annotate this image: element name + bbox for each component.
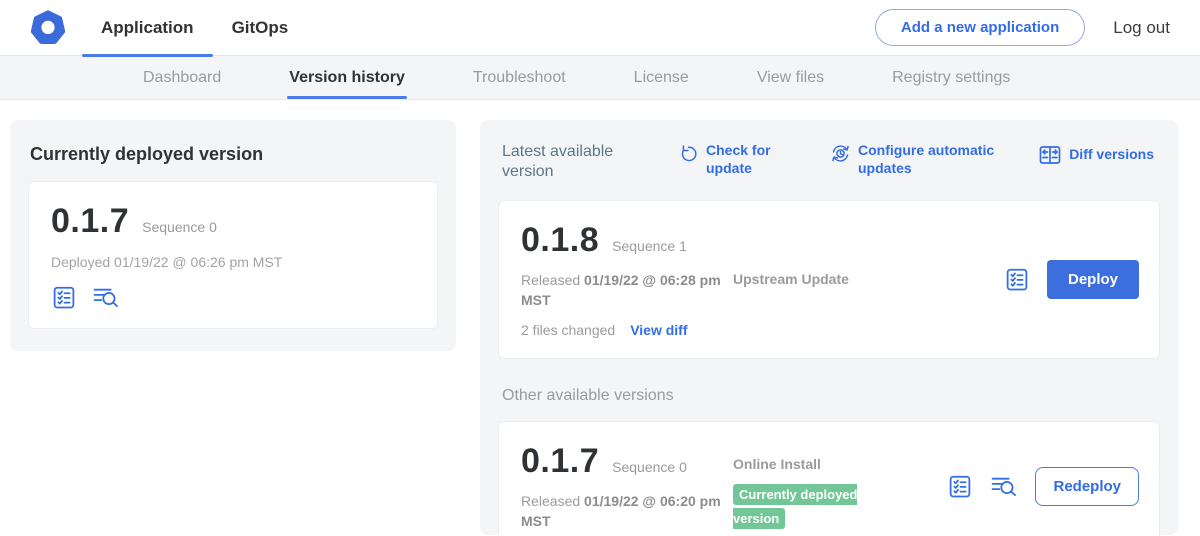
tab-dashboard[interactable]: Dashboard <box>143 56 221 99</box>
preflight-checklist-icon[interactable] <box>1004 267 1030 292</box>
diff-versions-label: Diff versions <box>1069 146 1154 164</box>
latest-version-source: Upstream Update <box>731 271 1004 287</box>
preflight-checklist-icon[interactable] <box>51 285 77 310</box>
diff-versions-button[interactable]: Diff versions <box>1038 142 1154 167</box>
deployed-version-number: 0.1.7 <box>51 202 129 241</box>
latest-version-card: 0.1.8 Sequence 1 Released 01/19/22 @ 06:… <box>498 200 1160 359</box>
currently-deployed-title: Currently deployed version <box>30 144 438 165</box>
logout-link[interactable]: Log out <box>1113 18 1170 38</box>
latest-released-timestamp: Released 01/19/22 @ 06:28 pm MST <box>521 270 726 311</box>
deployed-timestamp: Deployed 01/19/22 @ 06:26 pm MST <box>51 254 417 270</box>
configure-automatic-updates-button[interactable]: Configure automatic updates <box>830 142 1008 177</box>
latest-sequence-label: Sequence 1 <box>612 238 687 254</box>
tab-version-history[interactable]: Version history <box>289 56 405 99</box>
top-tab-application[interactable]: Application <box>82 0 213 56</box>
tab-troubleshoot[interactable]: Troubleshoot <box>473 56 566 99</box>
check-for-update-button[interactable]: Check for update <box>678 142 784 177</box>
deployed-version-card: 0.1.7 Sequence 0 Deployed 01/19/22 @ 06:… <box>28 181 438 329</box>
currently-deployed-badge: Currently deployed version <box>733 484 857 530</box>
main-content: Currently deployed version 0.1.7 Sequenc… <box>0 100 1200 535</box>
other-version-source-block: Online Install Currently deployed versio… <box>731 456 947 532</box>
add-application-button[interactable]: Add a new application <box>875 9 1085 46</box>
other-released-timestamp: Released 01/19/22 @ 06:20 pm MST <box>521 491 726 532</box>
deploy-button[interactable]: Deploy <box>1047 260 1139 299</box>
latest-header-row: Latest available version Check for updat… <box>502 142 1158 182</box>
available-versions-panel: Latest available version Check for updat… <box>480 120 1178 535</box>
tab-license[interactable]: License <box>634 56 689 99</box>
redeploy-button[interactable]: Redeploy <box>1035 467 1139 506</box>
top-tab-gitops[interactable]: GitOps <box>213 0 308 56</box>
deploy-logs-icon[interactable] <box>990 474 1018 499</box>
latest-available-heading: Latest available version <box>502 142 634 182</box>
deployed-sequence-label: Sequence 0 <box>142 219 217 235</box>
clock-cycle-icon <box>830 143 851 164</box>
diff-columns-icon <box>1038 143 1062 167</box>
app-logo-icon[interactable] <box>30 10 66 46</box>
other-version-number: 0.1.7 <box>521 442 599 481</box>
tab-registry-settings[interactable]: Registry settings <box>892 56 1010 99</box>
other-versions-heading: Other available versions <box>502 387 1156 405</box>
preflight-checklist-icon[interactable] <box>947 474 973 499</box>
other-version-source: Online Install <box>733 456 947 472</box>
top-nav: Application GitOps Add a new application… <box>0 0 1200 56</box>
deploy-logs-icon[interactable] <box>92 285 120 310</box>
configure-automatic-updates-label: Configure automatic updates <box>858 142 1008 177</box>
latest-version-number: 0.1.8 <box>521 221 599 260</box>
files-changed-label: 2 files changed <box>521 322 615 338</box>
check-for-update-label: Check for update <box>706 142 784 177</box>
currently-deployed-panel: Currently deployed version 0.1.7 Sequenc… <box>10 120 456 351</box>
refresh-icon <box>678 143 699 164</box>
sub-nav: Dashboard Version history Troubleshoot L… <box>0 56 1200 100</box>
tab-view-files[interactable]: View files <box>757 56 824 99</box>
other-sequence-label: Sequence 0 <box>612 459 687 475</box>
view-diff-link[interactable]: View diff <box>630 322 687 338</box>
other-version-card: 0.1.7 Sequence 0 Released 01/19/22 @ 06:… <box>498 421 1160 536</box>
